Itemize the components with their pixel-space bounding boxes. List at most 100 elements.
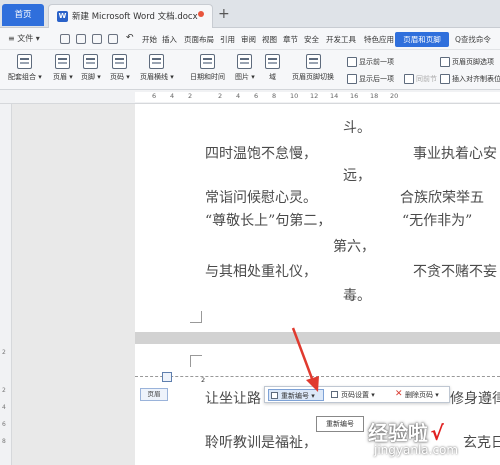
page1-line-12: 毒。: [343, 288, 371, 304]
ribbon-page-number[interactable]: 页码 ▾: [110, 54, 130, 82]
page-settings-icon: [331, 391, 338, 398]
watermark-check-icon: √: [430, 421, 444, 445]
page1-line-10: 与其相处重礼仪，: [205, 264, 317, 280]
menu-item-page-layout[interactable]: 页面布局: [184, 34, 214, 45]
ruler-label: 12: [310, 92, 319, 100]
menu-item-security[interactable]: 安全: [304, 34, 319, 45]
ribbon-header-footer-switch-label: 页眉页脚切换: [292, 73, 334, 81]
vruler-label: 2: [2, 387, 6, 394]
add-tab-icon[interactable]: +: [218, 7, 230, 21]
word-doc-icon: W: [57, 11, 68, 22]
menu-item-developer[interactable]: 开发工具: [326, 34, 356, 45]
page-number-field[interactable]: 2: [201, 376, 205, 384]
page-number-icon: [112, 54, 128, 69]
ribbon-header[interactable]: 页眉 ▾: [53, 54, 73, 82]
ruler-label: 4: [170, 92, 175, 100]
tab-home[interactable]: 首页: [2, 4, 44, 26]
ribbon-page-number-label: 页码: [110, 73, 124, 81]
vruler-label: 6: [2, 421, 6, 428]
page1-line-5: 常诣问候慰心灵。: [205, 190, 317, 206]
header-options-icon[interactable]: [162, 372, 172, 382]
ruler-label: 10: [290, 92, 299, 100]
switch-icon: [305, 54, 321, 69]
header-line-icon: [149, 54, 165, 69]
ribbon-field-label: 域: [269, 73, 276, 81]
ribbon-footer[interactable]: 页脚 ▾: [81, 54, 101, 82]
ribbon-header-footer-switch[interactable]: 页眉页脚切换: [292, 54, 334, 82]
ruler-label: 2: [188, 92, 193, 100]
menu-item-view[interactable]: 视图: [262, 34, 277, 45]
page2-line-2: 修身遵律: [450, 391, 500, 407]
ruler-label: 16: [350, 92, 359, 100]
page1-margin-mark: [190, 311, 202, 323]
header-footer-options-button[interactable]: 页眉页脚选项: [440, 57, 494, 67]
delete-icon: ✕: [395, 389, 403, 399]
page-number-toolbar: 重新编号 ▾ 页码设置 ▾ ✕ 删除页码 ▾: [264, 386, 450, 403]
page-settings-button[interactable]: 页码设置 ▾: [329, 389, 389, 401]
ribbon-header-line-label: 页眉横线: [140, 73, 168, 81]
ribbon-date-time-label: 日期和时间: [190, 73, 225, 81]
watermark-url: jingyanla.com: [374, 443, 459, 457]
tab-bar: 首页 W 新建 Microsoft Word 文档.docx +: [0, 0, 500, 28]
ribbon-field[interactable]: 域: [265, 54, 280, 82]
ruler-label: 14: [330, 92, 339, 100]
page2-line-1: 让坐让路: [205, 391, 261, 407]
menu-item-header-footer[interactable]: 页眉和页脚: [395, 32, 449, 47]
page-settings-label: 页码设置: [341, 391, 369, 399]
menu-item-references[interactable]: 引用: [220, 34, 235, 45]
renumber-label: 重新编号: [281, 392, 309, 400]
page1-line-11: 不贪不赌不妄: [413, 264, 497, 280]
page1-line-9: 第六，: [333, 239, 375, 255]
header-boundary-line: [135, 376, 500, 377]
menu-item-start[interactable]: 开始: [142, 34, 157, 45]
menu-item-special[interactable]: 特色应用: [364, 34, 394, 45]
ruler-label: 20: [390, 92, 399, 100]
preview-icon[interactable]: [108, 34, 118, 44]
delete-page-number-label: 删除页码: [405, 391, 433, 399]
delete-page-number-button[interactable]: ✕ 删除页码 ▾: [393, 389, 449, 401]
search-command[interactable]: Q查找命令: [455, 34, 491, 45]
watermark: 经验啦 √ jingyanla.com: [368, 417, 458, 457]
tab-document[interactable]: W 新建 Microsoft Word 文档.docx: [48, 4, 213, 28]
save-icon[interactable]: [60, 34, 70, 44]
renumber-button[interactable]: 重新编号 ▾: [268, 389, 324, 401]
ribbon-header-line[interactable]: 页眉横线 ▾: [140, 54, 174, 82]
ribbon-date-time[interactable]: 日期和时间: [190, 54, 225, 82]
undo-icon[interactable]: ↶: [126, 33, 134, 43]
print-icon[interactable]: [92, 34, 102, 44]
vruler-label: 4: [2, 404, 6, 411]
page1-line-2: 四时温饱不怠慢，: [205, 146, 317, 162]
export-icon[interactable]: [76, 34, 86, 44]
menu-file-label: 文件: [17, 34, 34, 43]
ribbon-config-group[interactable]: 配套组合 ▾: [8, 54, 42, 82]
footer-icon: [83, 54, 99, 69]
show-next-button[interactable]: 显示后一项: [347, 74, 394, 84]
ribbon-picture-label: 图片: [235, 73, 249, 81]
ruler-label: 2: [218, 92, 223, 100]
vertical-ruler[interactable]: 2 2 4 6 8: [0, 104, 12, 465]
ruler-label: 4: [236, 92, 241, 100]
menu-item-section[interactable]: 章节: [283, 34, 298, 45]
calendar-icon: [200, 54, 215, 69]
same-as-previous-button[interactable]: 同前节: [404, 74, 437, 84]
tooltip: 重新编号: [316, 416, 364, 432]
page2-margin-mark: [190, 355, 202, 367]
picture-icon: [237, 54, 253, 69]
watermark-main: 经验啦: [368, 421, 428, 445]
insert-align-tab-button[interactable]: 插入对齐制表位: [440, 74, 500, 84]
page1-line-6: 合族欣荣举五: [400, 190, 484, 206]
ribbon-picture[interactable]: 图片 ▾: [235, 54, 255, 82]
page1-line-8: “无作非为”: [402, 213, 473, 229]
tab-close-icon[interactable]: [198, 11, 204, 17]
menu-item-insert[interactable]: 插入: [162, 34, 177, 45]
menu-item-review[interactable]: 审阅: [241, 34, 256, 45]
menu-file[interactable]: ≡ 文件 ▾: [8, 33, 40, 44]
header-icon: [55, 54, 71, 69]
horizontal-ruler[interactable]: 6 4 2 2 4 6 8 10 12 14 16 18 20: [0, 90, 500, 104]
page-gap: [135, 332, 500, 344]
header-label: 页眉: [140, 388, 168, 401]
ribbon-config-group-label: 配套组合: [8, 73, 36, 81]
show-previous-button[interactable]: 显示前一项: [347, 57, 394, 67]
ribbon: 配套组合 ▾ 页眉 ▾ 页脚 ▾ 页码 ▾ 页眉横线 ▾ 日期和时间 图片 ▾ …: [0, 50, 500, 90]
page2-line-4: 玄克日: [463, 435, 500, 451]
